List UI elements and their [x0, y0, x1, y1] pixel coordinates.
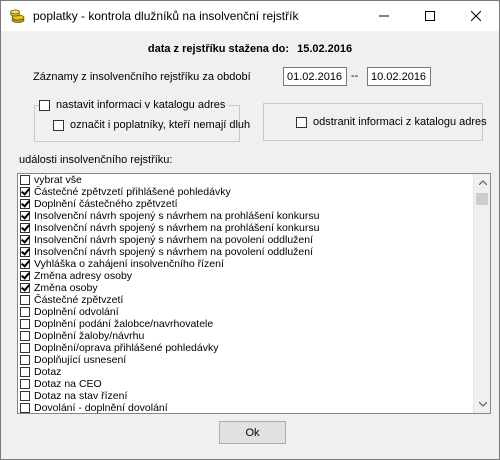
download-status-heading: data z rejstříku stažena do: 15.02.2016 — [1, 43, 499, 55]
item-label: Doplnění žaloby/návrhu — [34, 330, 145, 342]
item-label: Insolvenční návrh spojený s návrhem na p… — [34, 210, 320, 222]
item-label: Doplnění odvolání — [34, 306, 119, 318]
list-item[interactable]: Insolvenční návrh spojený s návrhem na p… — [18, 234, 474, 246]
set-catalog-info-label: nastavit informaci v katalogu adres — [56, 99, 226, 111]
list-item[interactable]: Doplnění/oprava přihlášené pohledávky — [18, 342, 474, 354]
item-checkbox[interactable] — [20, 283, 30, 293]
item-checkbox[interactable] — [20, 235, 30, 245]
checkbox-box[interactable] — [296, 116, 307, 128]
list-item[interactable]: Doplnění podání žalobce/navrhovatele — [18, 318, 474, 330]
item-checkbox[interactable] — [20, 307, 30, 317]
item-label: Insolvenční návrh spojený s návrhem na p… — [34, 234, 314, 246]
checkbox-box[interactable] — [53, 119, 64, 131]
list-item[interactable]: Dotaz na CEO — [18, 378, 474, 390]
item-label: Změna osoby — [34, 282, 98, 294]
item-checkbox[interactable] — [20, 175, 30, 185]
maximize-button[interactable] — [407, 1, 453, 31]
item-label: Doplnění částečného zpětvzetí — [34, 198, 178, 210]
minimize-button[interactable] — [361, 1, 407, 31]
list-item[interactable]: Vyhláška o zahájení insolvenčního řízení — [18, 258, 474, 270]
item-checkbox[interactable] — [20, 247, 30, 257]
dialog-window: poplatky - kontrola dlužníků na insolven… — [0, 0, 500, 460]
remove-catalog-info-label: odstranit informaci z katalogu adres — [313, 116, 487, 128]
list-item[interactable]: Insolvenční návrh spojený s návrhem na p… — [18, 246, 474, 258]
item-checkbox[interactable] — [20, 187, 30, 197]
list-item[interactable]: Dotaz na stav řízení — [18, 390, 474, 402]
item-label: vybrat vše — [34, 174, 82, 186]
close-button[interactable] — [453, 1, 499, 31]
scroll-up-button[interactable] — [474, 174, 490, 191]
events-items-container: vybrat vše Částečné zpětvzetí přihlášené … — [18, 174, 474, 414]
window-title: poplatky - kontrola dlužníků na insolven… — [33, 9, 299, 23]
item-label: Insolvenční návrh spojený s návrhem na p… — [34, 222, 320, 234]
item-label: Doplnění/oprava přihlášené pohledávky — [34, 342, 219, 354]
list-item[interactable]: Insolvenční návrh spojený s návrhem na p… — [18, 222, 474, 234]
item-checkbox[interactable] — [20, 259, 30, 269]
list-item[interactable]: Doplnění žaloby/návrhu — [18, 330, 474, 342]
list-item[interactable]: Dotaz — [18, 366, 474, 378]
list-item[interactable]: Změna adresy osoby — [18, 270, 474, 282]
checkbox-box[interactable] — [39, 99, 50, 111]
item-label: Částečné zpětvzetí přihlášené pohledávky — [34, 186, 231, 198]
item-checkbox[interactable] — [20, 343, 30, 353]
list-item[interactable]: Doplnění částečného zpětvzetí — [18, 198, 474, 210]
date-separator: -- — [351, 70, 359, 82]
item-label: Dovolání - doplnění dovolání — [34, 402, 168, 414]
set-catalog-info-checkbox[interactable]: nastavit informaci v katalogu adres — [39, 99, 230, 111]
item-label: Změna adresy osoby — [34, 270, 133, 282]
item-label: Dotaz na stav řízení — [34, 390, 128, 402]
date-from-input[interactable] — [283, 67, 347, 86]
item-label: Doplňující usnesení — [34, 354, 127, 366]
item-checkbox[interactable] — [20, 391, 30, 401]
item-label: Insolvenční návrh spojený s návrhem na p… — [34, 246, 314, 258]
maximize-icon — [425, 11, 435, 21]
coin-stack-icon — [9, 8, 25, 24]
item-checkbox[interactable] — [20, 271, 30, 281]
item-label: Částečné zpětvzetí — [34, 294, 124, 306]
events-checklist[interactable]: vybrat vše Částečné zpětvzetí přihlášené … — [17, 173, 491, 414]
download-status-label: data z rejstříku stažena do: — [147, 43, 290, 55]
list-item[interactable]: Doplňující usnesení — [18, 354, 474, 366]
mark-payers-label: označit i poplatníky, kteří nemají dluh — [70, 119, 251, 131]
scroll-thumb[interactable] — [476, 193, 488, 205]
date-to-input[interactable] — [367, 67, 431, 86]
minimize-icon — [379, 15, 389, 17]
item-checkbox[interactable] — [20, 379, 30, 389]
item-checkbox[interactable] — [20, 295, 30, 305]
item-checkbox[interactable] — [20, 331, 30, 341]
ok-button[interactable]: Ok — [219, 421, 286, 444]
item-label: Dotaz na CEO — [34, 378, 102, 390]
item-label: Vyhláška o zahájení insolvenčního řízení — [34, 258, 224, 270]
scroll-down-button[interactable] — [474, 396, 490, 413]
remove-catalog-info-checkbox[interactable]: odstranit informaci z katalogu adres — [296, 116, 487, 128]
download-date: 15.02.2016 — [297, 43, 353, 55]
item-checkbox[interactable] — [20, 403, 30, 413]
item-checkbox[interactable] — [20, 355, 30, 365]
list-item[interactable]: Doplnění odvolání — [18, 306, 474, 318]
list-item[interactable]: Dovolání - doplnění dovolání — [18, 402, 474, 414]
events-list-label: události insolvenčního rejstříku: — [19, 154, 173, 166]
item-label: Dotaz — [34, 366, 62, 378]
item-checkbox[interactable] — [20, 199, 30, 209]
list-item[interactable]: Změna osoby — [18, 282, 474, 294]
chevron-up-icon — [478, 180, 487, 185]
list-item[interactable]: Částečné zpětvzetí přihlášené pohledávky — [18, 186, 474, 198]
list-item[interactable]: Insolvenční návrh spojený s návrhem na p… — [18, 210, 474, 222]
item-checkbox[interactable] — [20, 319, 30, 329]
mark-payers-checkbox[interactable]: označit i poplatníky, kteří nemají dluh — [53, 119, 250, 131]
period-label: Záznamy z insolvenčního rejstříku za obd… — [33, 71, 251, 83]
item-label: Doplnění podání žalobce/navrhovatele — [34, 318, 214, 330]
list-item[interactable]: vybrat vše — [18, 174, 474, 186]
title-bar[interactable]: poplatky - kontrola dlužníků na insolven… — [1, 1, 499, 31]
close-icon — [471, 11, 481, 21]
item-checkbox[interactable] — [20, 367, 30, 377]
item-checkbox[interactable] — [20, 223, 30, 233]
list-item[interactable]: Částečné zpětvzetí — [18, 294, 474, 306]
item-checkbox[interactable] — [20, 211, 30, 221]
chevron-down-icon — [478, 402, 487, 407]
vertical-scrollbar[interactable] — [473, 174, 490, 413]
